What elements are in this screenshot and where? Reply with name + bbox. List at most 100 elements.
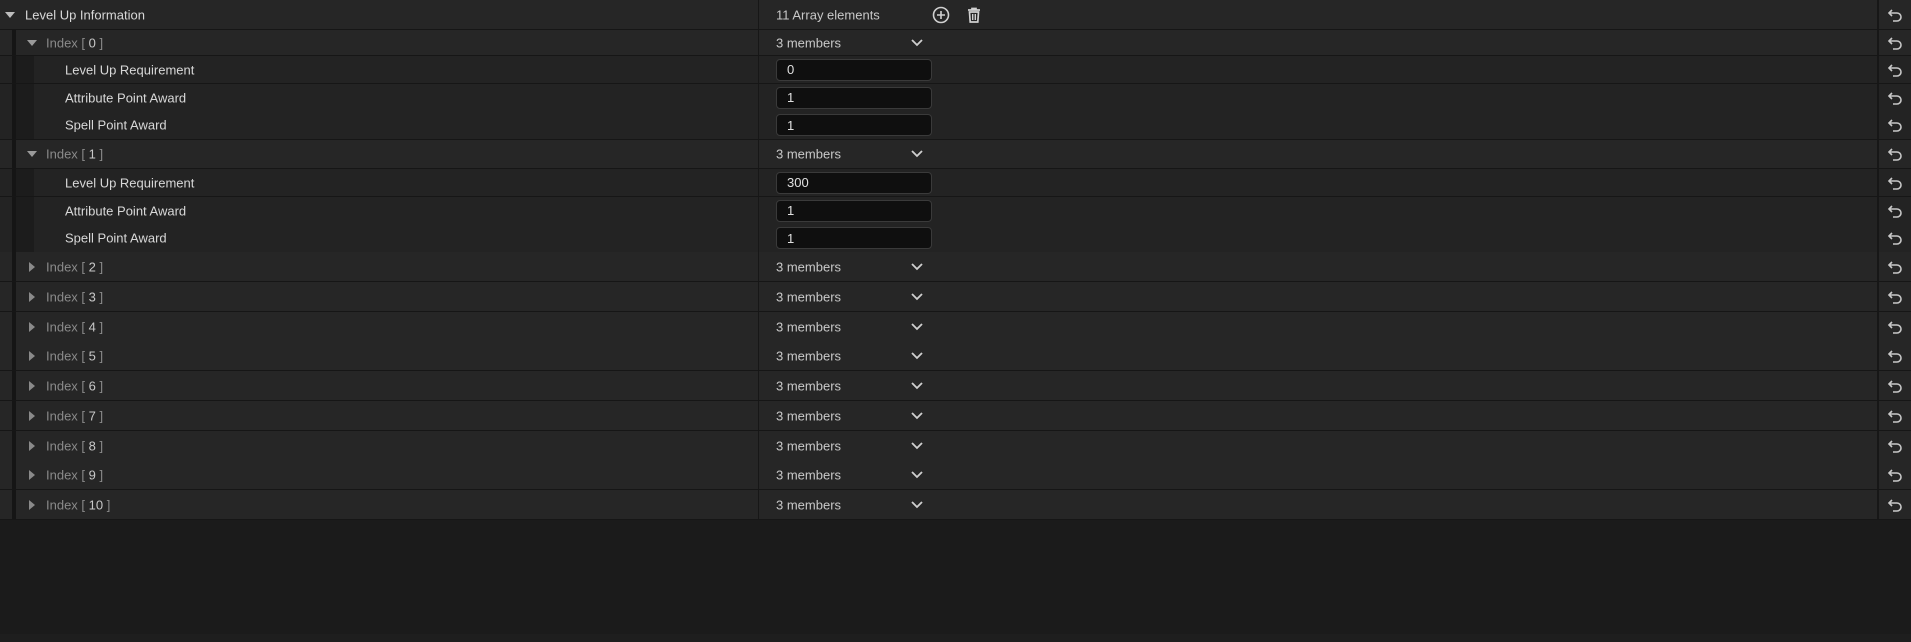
reset-to-default-button[interactable] — [1877, 84, 1911, 111]
reset-to-default-button[interactable] — [1877, 111, 1911, 139]
chevron-down-icon[interactable] — [910, 468, 924, 482]
index-word: Index — [46, 319, 82, 334]
array-property-row: Level Up Information 11 Array elements — [0, 0, 1911, 30]
chevron-down-icon[interactable] — [910, 439, 924, 453]
reset-to-default-button[interactable] — [1877, 197, 1911, 224]
index-word: Index — [46, 35, 82, 50]
index-bracket-close: ] — [99, 146, 104, 162]
array-element-row: Index [ 9 ] 3 members — [0, 460, 1911, 490]
reset-arrow-icon — [1887, 468, 1902, 482]
expand-arrow-icon[interactable] — [25, 439, 39, 453]
element-value-cell: 3 members — [760, 460, 1875, 489]
expand-arrow-icon[interactable] — [25, 260, 39, 274]
chevron-down-icon[interactable] — [910, 349, 924, 363]
index-bracket-close: ] — [106, 497, 111, 512]
numeric-input[interactable] — [776, 227, 932, 249]
index-bracket-close: ] — [99, 408, 104, 423]
index-bracket-close: ] — [99, 378, 104, 393]
reset-to-default-button[interactable] — [1877, 252, 1911, 281]
reset-to-default-button[interactable] — [1877, 341, 1911, 370]
field-label: Spell Point Award — [65, 117, 167, 133]
field-label: Attribute Point Award — [65, 203, 187, 218]
trash-icon[interactable] — [964, 5, 984, 25]
reset-to-default-button[interactable] — [1877, 282, 1911, 311]
indent-gutter — [12, 341, 16, 370]
array-element-row: Index [ 5 ] 3 members — [0, 341, 1911, 371]
index-word: Index — [46, 467, 82, 482]
expand-arrow-icon[interactable] — [25, 498, 39, 512]
reset-arrow-icon — [1887, 498, 1902, 512]
chevron-down-icon[interactable] — [910, 379, 924, 393]
expand-arrow-icon[interactable] — [25, 320, 39, 334]
members-count-label: 3 members — [776, 319, 842, 334]
indent-gutter — [12, 282, 16, 311]
numeric-input[interactable] — [776, 86, 932, 109]
plus-circle-icon[interactable] — [931, 5, 951, 25]
array-element-row: Index [ 7 ] 3 members — [0, 401, 1911, 431]
element-name-cell: Index [ 0 ] — [0, 30, 759, 55]
array-element-row: Index [ 2 ] 3 members — [0, 252, 1911, 282]
property-name-cell: Level Up Information — [0, 0, 759, 29]
reset-arrow-icon — [1887, 176, 1902, 190]
element-value-cell: 3 members — [760, 30, 1875, 55]
index-bracket-open: [ — [81, 408, 89, 423]
reset-to-default-button[interactable] — [1877, 401, 1911, 430]
indent-gutter — [12, 431, 16, 460]
expand-arrow-icon[interactable] — [25, 379, 39, 393]
expand-arrow-icon[interactable] — [25, 349, 39, 363]
chevron-down-icon[interactable] — [910, 260, 924, 274]
index-number: 1 — [88, 146, 100, 162]
members-count-label: 3 members — [776, 348, 842, 363]
reset-to-default-button[interactable] — [1877, 30, 1911, 55]
reset-to-default-button[interactable] — [1877, 431, 1911, 460]
element-value-cell: 3 members — [760, 282, 1875, 311]
reset-arrow-icon — [1887, 320, 1902, 334]
chevron-down-icon[interactable] — [910, 36, 924, 50]
reset-to-default-button[interactable] — [1877, 169, 1911, 196]
reset-to-default-button[interactable] — [1877, 460, 1911, 489]
reset-arrow-icon — [1887, 8, 1902, 22]
element-name-cell: Index [ 10 ] — [0, 490, 759, 519]
element-name-cell: Index [ 4 ] — [0, 312, 759, 341]
index-word: Index — [46, 378, 82, 393]
element-name-cell: Index [ 1 ] — [0, 140, 759, 168]
field-value-cell — [760, 84, 1875, 111]
chevron-down-icon[interactable] — [910, 290, 924, 304]
collapse-arrow-icon[interactable] — [25, 36, 39, 50]
reset-arrow-icon — [1887, 439, 1902, 453]
expand-arrow-icon[interactable] — [25, 409, 39, 423]
members-count-label: 3 members — [776, 289, 842, 304]
numeric-input[interactable] — [776, 199, 932, 222]
members-count-label: 3 members — [776, 378, 842, 393]
reset-to-default-button[interactable] — [1877, 140, 1911, 168]
numeric-input[interactable] — [776, 114, 932, 136]
reset-to-default-button[interactable] — [1877, 490, 1911, 519]
index-number: 9 — [88, 467, 100, 482]
reset-to-default-button[interactable] — [1877, 0, 1911, 29]
array-element-row: Index [ 0 ] 3 members — [0, 30, 1911, 56]
reset-to-default-button[interactable] — [1877, 224, 1911, 252]
collapse-arrow-icon[interactable] — [3, 8, 17, 22]
chevron-down-icon[interactable] — [910, 409, 924, 423]
expand-arrow-icon[interactable] — [25, 290, 39, 304]
element-name-cell: Index [ 2 ] — [0, 252, 759, 281]
reset-to-default-button[interactable] — [1877, 371, 1911, 400]
reset-to-default-button[interactable] — [1877, 312, 1911, 341]
reset-to-default-button[interactable] — [1877, 56, 1911, 83]
panel-footer-strip — [0, 634, 1911, 642]
index-bracket-close: ] — [99, 35, 104, 50]
numeric-input[interactable] — [776, 58, 932, 81]
chevron-down-icon[interactable] — [910, 147, 924, 161]
index-number: 8 — [88, 438, 100, 453]
members-count-label: 3 members — [776, 438, 842, 453]
field-name-cell: Attribute Point Award — [0, 197, 759, 224]
expand-arrow-icon[interactable] — [25, 468, 39, 482]
indent-gutter — [16, 84, 34, 111]
numeric-input[interactable] — [776, 171, 932, 194]
collapse-arrow-icon[interactable] — [25, 147, 39, 161]
chevron-down-icon[interactable] — [910, 498, 924, 512]
element-name-cell: Index [ 5 ] — [0, 341, 759, 370]
index-word: Index — [46, 408, 82, 423]
index-word: Index — [46, 348, 82, 363]
chevron-down-icon[interactable] — [910, 320, 924, 334]
